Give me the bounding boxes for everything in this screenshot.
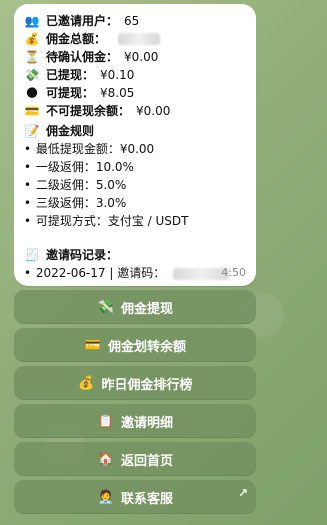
non-withdrawable-value: ¥0.00 [136,104,171,118]
bullet-dot: • [24,196,32,210]
message-bubble: 👥 已邀请用户： 65 💰 佣金总额： ⏳ 待确认佣金： ¥0.00 💸 已提现… [14,4,256,286]
rules-title-label: 佣金规则 [46,124,95,138]
card-emoji: 💳 [24,104,40,118]
hourglass-emoji: ⏳ [24,50,40,64]
money-bag-icon: 💰 [78,375,95,391]
non-withdrawable-row: 💳 不可提现余额： ¥0.00 [24,102,246,120]
rules-title-row: 📝 佣金规则 [24,122,246,140]
money-bag-emoji: 💰 [24,32,40,46]
withdrawable-row: 🌑 可提现： ¥8.05 [24,84,246,102]
pending-commission-value: ¥0.00 [124,50,159,64]
transfer-commission-button[interactable]: 💳 佣金划转余额 [14,328,256,362]
total-commission-row: 💰 佣金总额： [24,30,246,48]
pending-commission-row: ⏳ 待确认佣金： ¥0.00 [24,48,246,66]
rule-text-2: 一级返佣：10.0% [35,160,134,174]
withdraw-commission-label: 佣金提现 [120,301,173,317]
contact-support-label: 联系客服 [120,491,173,507]
invite-record-title-label: 邀请码记录： [46,248,119,262]
rule-item-5: • 可提现方式：支付宝 / USDT [24,212,246,230]
invite-record-text: 2022-06-17 | 邀请码： [35,266,166,280]
invite-details-button[interactable]: 📋 邀请明细 [14,404,256,438]
bullet-dot: • [24,178,32,192]
total-commission-value-redacted [118,33,161,45]
card-icon: 💳 [84,337,102,353]
rule-item-4: • 三级返佣：3.0% [24,194,246,212]
bullet-dot: • [24,142,32,156]
total-commission-label: 佣金总额： [46,32,107,46]
support-agent-icon: 🧑‍💼 [97,489,115,505]
money-with-wings-emoji: 💸 [24,68,40,82]
message-time: 4:50 [221,266,246,279]
withdraw-commission-button[interactable]: 💸 佣金提现 [14,290,256,324]
withdrawable-label: 可提现： [46,86,95,100]
external-link-icon: ↗ [237,486,248,500]
withdrawable-value: ¥8.05 [100,86,135,100]
invited-users-row: 👥 已邀请用户： 65 [24,12,246,30]
yesterday-leaderboard-button[interactable]: 💰 昨日佣金排行榜 [14,366,256,400]
memo-emoji: 📝 [24,124,40,138]
yesterday-leaderboard-label: 昨日佣金排行榜 [101,377,193,393]
inline-keyboard: 💸 佣金提现 💳 佣金划转余额 💰 昨日佣金排行榜 📋 邀请明细 🏠 返回首页 … [14,290,256,518]
pending-commission-label: 待确认佣金： [46,50,119,64]
invite-record-item: • 2022-06-17 | 邀请码： [24,264,246,282]
clipboard-icon: 📋 [97,413,115,429]
rule-text-1: 最低提现金额：¥0.00 [35,142,155,156]
bullet-dot: • [24,214,32,228]
receipt-emoji: 🧾 [24,248,40,262]
rule-item-1: • 最低提现金额：¥0.00 [24,140,246,158]
rule-text-4: 三级返佣：3.0% [35,196,127,210]
non-withdrawable-label: 不可提现余额： [46,104,131,118]
rule-text-3: 二级返佣：5.0% [35,178,127,192]
invited-users-value: 65 [124,14,140,28]
home-label: 返回首页 [120,453,173,469]
contact-support-button[interactable]: 🧑‍💼 联系客服 ↗ [14,480,256,514]
rule-text-5: 可提现方式：支付宝 / USDT [35,214,189,228]
home-button[interactable]: 🏠 返回首页 [14,442,256,476]
rule-item-3: • 二级返佣：5.0% [24,176,246,194]
withdrawn-label: 已提现： [46,68,95,82]
invite-details-label: 邀请明细 [120,415,173,431]
bullet-dot: • [24,160,32,174]
users-emoji: 👥 [24,14,40,28]
withdrawn-row: 💸 已提现： ¥0.10 [24,66,246,84]
home-icon: 🏠 [97,451,115,467]
rule-item-2: • 一级返佣：10.0% [24,158,246,176]
money-with-wings-icon: 💸 [97,299,115,315]
invite-record-title-row: 🧾 邀请码记录： [24,246,246,264]
invited-users-label: 已邀请用户： [46,14,119,28]
withdrawn-value: ¥0.10 [100,68,135,82]
transfer-commission-label: 佣金划转余额 [107,339,186,355]
coin-emoji: 🌑 [25,86,39,100]
bullet-dot: • [24,266,32,280]
